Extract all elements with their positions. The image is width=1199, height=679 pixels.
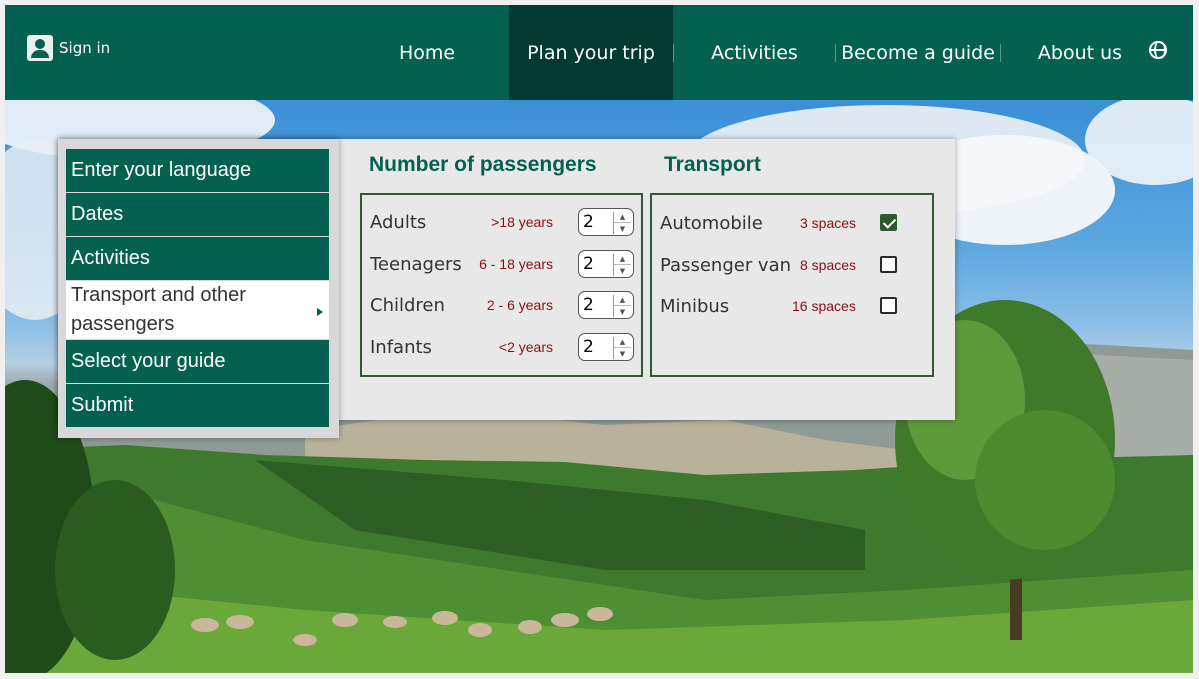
- increment-icon[interactable]: ▲: [614, 212, 631, 223]
- nav-home[interactable]: Home: [345, 5, 509, 100]
- transport-option-automobile: Automobile 3 spaces: [652, 208, 932, 238]
- transport-option-minibus: Minibus 16 spaces: [652, 291, 932, 321]
- increment-icon[interactable]: ▲: [614, 337, 631, 348]
- automobile-checkbox[interactable]: [880, 214, 897, 231]
- passengers-title: Number of passengers: [369, 153, 597, 176]
- decrement-icon[interactable]: ▼: [614, 223, 631, 234]
- passenger-row-teenagers: Teenagers 6 - 18 years 2 ▲ ▼: [362, 249, 641, 279]
- teenagers-stepper[interactable]: 2 ▲ ▼: [578, 250, 634, 278]
- passenger-van-checkbox[interactable]: [880, 256, 897, 273]
- decrement-icon[interactable]: ▼: [614, 306, 631, 317]
- passenger-row-adults: Adults >18 years 2 ▲ ▼: [362, 207, 641, 237]
- transport-title: Transport: [664, 153, 761, 176]
- sign-in-label: Sign in: [59, 39, 111, 57]
- step-activities[interactable]: Activities: [66, 237, 329, 280]
- passengers-box: Adults >18 years 2 ▲ ▼ Teenagers 6 - 18 y…: [360, 193, 643, 377]
- step-select-guide[interactable]: Select your guide: [66, 340, 329, 383]
- passenger-row-infants: Infants <2 years 2 ▲ ▼: [362, 332, 641, 362]
- adults-stepper[interactable]: 2 ▲ ▼: [578, 208, 634, 236]
- decrement-icon[interactable]: ▼: [614, 348, 631, 359]
- sign-in-link[interactable]: Sign in: [27, 35, 110, 61]
- increment-icon[interactable]: ▲: [614, 295, 631, 306]
- transport-option-passenger-van: Passenger van 8 spaces: [652, 250, 932, 280]
- step-enter-language[interactable]: Enter your language: [66, 149, 329, 192]
- top-nav-bar: Sign in Home Plan your trip Activities B…: [5, 5, 1193, 100]
- trip-planner-panel: Enter your language Dates Activities Tra…: [58, 139, 955, 438]
- main-nav: Home Plan your trip Activities Become a …: [345, 5, 1159, 100]
- step-transport[interactable]: Transport and other passengers: [66, 281, 329, 339]
- caret-right-icon: [317, 308, 323, 316]
- decrement-icon[interactable]: ▼: [614, 265, 631, 276]
- user-icon: [27, 35, 53, 61]
- nav-plan-your-trip[interactable]: Plan your trip: [509, 5, 673, 100]
- children-stepper[interactable]: 2 ▲ ▼: [578, 291, 634, 319]
- transport-box: Automobile 3 spaces Passenger van 8 spac…: [650, 193, 934, 377]
- steps-menu: Enter your language Dates Activities Tra…: [58, 139, 339, 438]
- app-frame: Sign in Home Plan your trip Activities B…: [5, 5, 1193, 673]
- nav-become-a-guide[interactable]: Become a guide: [836, 5, 1000, 100]
- nav-about-us[interactable]: About us: [1001, 5, 1159, 100]
- step-submit[interactable]: Submit: [66, 384, 329, 427]
- passenger-row-children: Children 2 - 6 years 2 ▲ ▼: [362, 290, 641, 320]
- minibus-checkbox[interactable]: [880, 297, 897, 314]
- infants-stepper[interactable]: 2 ▲ ▼: [578, 333, 634, 361]
- globe-icon[interactable]: [1149, 41, 1167, 59]
- step-dates[interactable]: Dates: [66, 193, 329, 236]
- increment-icon[interactable]: ▲: [614, 254, 631, 265]
- nav-activities[interactable]: Activities: [674, 5, 835, 100]
